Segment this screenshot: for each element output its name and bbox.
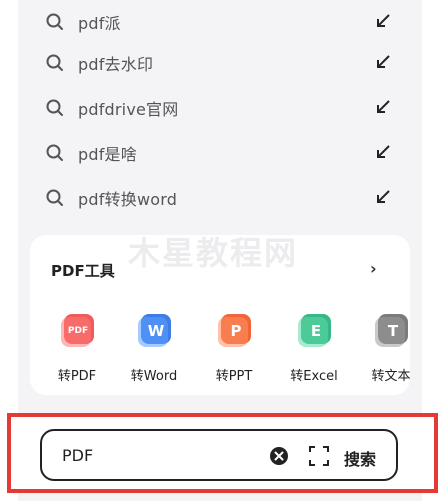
suggestion-item[interactable]: pdf是啥	[18, 131, 422, 176]
search-bar[interactable]: PDF 搜索	[40, 429, 398, 481]
excel-file-icon: E	[298, 314, 331, 347]
search-input[interactable]: PDF	[62, 446, 93, 465]
search-icon	[46, 13, 63, 30]
svg-text:E: E	[311, 322, 321, 340]
suggestion-item[interactable]: pdf派	[18, 0, 422, 45]
fill-arrow-icon[interactable]	[374, 53, 392, 71]
svg-text:W: W	[148, 322, 165, 340]
search-button[interactable]: 搜索	[344, 446, 376, 470]
fill-arrow-icon[interactable]	[374, 143, 392, 161]
watermark-text: 木星教程网	[128, 234, 299, 272]
suggestion-item[interactable]: pdfdrive官网	[18, 86, 422, 131]
suggestion-text: pdf是啥	[78, 145, 137, 164]
tool-to-pdf[interactable]: PDF 转PDF	[47, 313, 107, 388]
tool-to-excel[interactable]: E 转Excel	[284, 313, 344, 388]
tool-label: 转文本	[371, 369, 410, 384]
suggestion-text: pdfdrive官网	[78, 100, 179, 119]
word-file-icon: W	[138, 314, 171, 347]
fill-arrow-icon[interactable]	[374, 188, 392, 206]
suggestion-item[interactable]: pdf去水印	[18, 41, 422, 86]
clear-icon[interactable]	[269, 446, 289, 466]
tool-to-text[interactable]: T 转文本	[361, 313, 410, 388]
suggestion-text: pdf去水印	[78, 55, 154, 74]
suggestion-text: pdf转换word	[78, 190, 178, 209]
chevron-right-icon[interactable]: ›	[370, 259, 377, 278]
tool-label: 转PPT	[215, 369, 253, 384]
search-icon	[46, 99, 63, 116]
tool-label: 转Word	[130, 369, 178, 384]
text-file-icon: T	[375, 314, 408, 347]
suggestion-text: pdf派	[78, 14, 121, 33]
pdf-tools-title: PDF工具	[51, 262, 115, 280]
scan-icon[interactable]	[308, 445, 330, 467]
tool-label: 转Excel	[290, 369, 338, 384]
svg-text:P: P	[231, 322, 242, 340]
ppt-file-icon: P	[218, 314, 251, 347]
search-icon	[46, 189, 63, 206]
search-icon	[46, 144, 63, 161]
svg-text:PDF: PDF	[68, 326, 88, 336]
fill-arrow-icon[interactable]	[374, 12, 392, 30]
suggestion-item[interactable]: pdf转换word	[18, 176, 422, 221]
tool-to-ppt[interactable]: P 转PPT	[204, 313, 264, 388]
fill-arrow-icon[interactable]	[374, 98, 392, 116]
search-icon	[46, 54, 63, 71]
svg-text:T: T	[388, 322, 399, 340]
pdf-file-icon: PDF	[61, 314, 94, 347]
tool-label: 转PDF	[57, 369, 97, 384]
tool-to-word[interactable]: W 转Word	[124, 313, 184, 388]
